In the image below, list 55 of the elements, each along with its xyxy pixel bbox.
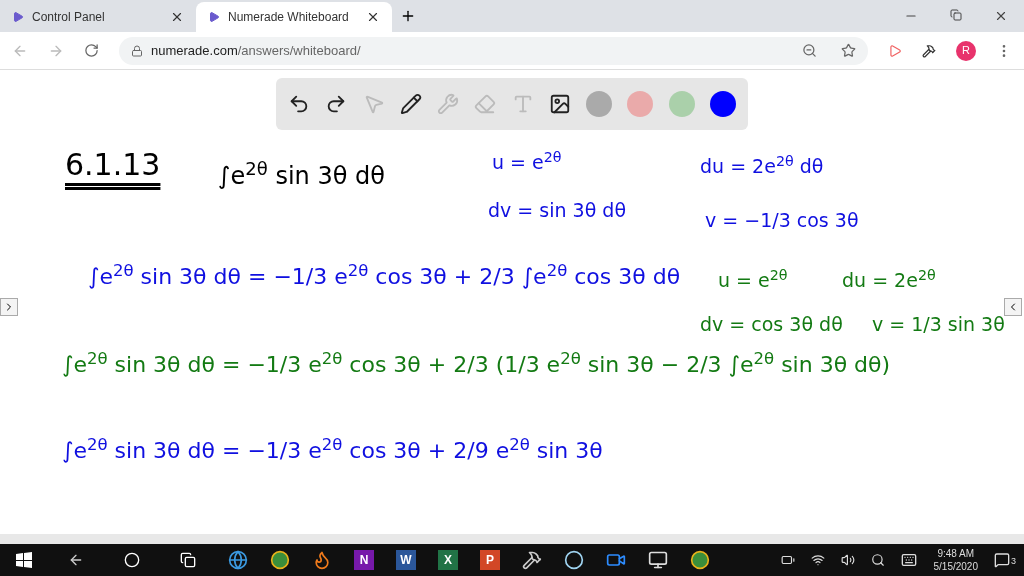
zoom-out-icon[interactable] [802, 43, 817, 58]
logo-icon [208, 11, 220, 23]
color-swatch[interactable] [668, 91, 695, 117]
wifi-icon[interactable] [811, 553, 826, 567]
handwritten-math: ∫e$^{2θ}$ sin 3θ dθ = −1/3 e$^{2θ}$ cos 3θ + 2/3 ∫e$^{2θ}$ cos 3θ dθ [88, 260, 681, 291]
handwritten-math: v = 1/3 sin 3θ [872, 312, 1005, 337]
back-icon[interactable] [68, 552, 84, 568]
extension-icon[interactable] [922, 43, 936, 58]
screen-icon[interactable] [648, 550, 668, 570]
handwritten-math: du = 2e$^{2θ}$ [842, 266, 936, 293]
restore-icon[interactable] [950, 9, 962, 21]
handwritten-math: du = 2e$^{2θ}$ dθ [700, 152, 824, 179]
right-arrow-button[interactable] [1004, 298, 1022, 316]
close-icon[interactable] [994, 9, 1008, 23]
color-swatch[interactable] [586, 91, 613, 117]
browser-tab[interactable]: Numerade Whiteboard [196, 2, 392, 32]
handwritten-math: ∫e$^{2θ}$ sin 3θ dθ [218, 158, 385, 192]
handwritten-math: dv = cos 3θ dθ [700, 312, 843, 337]
scrollbar[interactable] [0, 534, 1024, 544]
color-swatch[interactable] [709, 91, 736, 117]
volume-icon[interactable] [841, 553, 856, 567]
fox-icon[interactable] [312, 550, 332, 570]
handwritten-math: dv = sin 3θ dθ [488, 198, 626, 223]
url-text: numerade.com/answers/whiteboard/ [151, 41, 362, 60]
undo-tool-icon[interactable] [288, 93, 310, 115]
handwritten-math: v = −1/3 cos 3θ [705, 208, 859, 233]
app-icon[interactable]: P [480, 550, 500, 570]
star-icon[interactable] [841, 43, 856, 58]
left-arrow-button[interactable] [0, 298, 18, 316]
color-swatch[interactable] [627, 91, 654, 117]
handwritten-math: ∫e$^{2θ}$ sin 3θ dθ = −1/3 e$^{2θ}$ cos 3θ + 2/9 e$^{2θ}$ sin 3θ [62, 434, 603, 465]
close-icon[interactable] [170, 10, 184, 24]
reload-icon[interactable] [84, 43, 99, 58]
profile-avatar[interactable]: R [956, 40, 976, 61]
tool-icon[interactable] [522, 550, 542, 570]
close-icon[interactable] [366, 10, 380, 24]
keyboard-icon[interactable] [901, 552, 918, 568]
task-view-icon[interactable] [180, 552, 196, 568]
new-tab-icon[interactable] [400, 8, 416, 24]
image-tool-icon[interactable] [548, 93, 571, 115]
handwritten-math: ∫e$^{2θ}$ sin 3θ dθ = −1/3 e$^{2θ}$ cos 3θ + 2/3 (1/3 e$^{2θ}$ sin 3θ − 2/3 ∫e$^{2θ}$ sin 3θ dθ) [62, 348, 891, 379]
clock-time[interactable]: 9:48 AM [937, 547, 975, 560]
tab-title: Numerade Whiteboard [228, 9, 350, 26]
clock-date[interactable]: 5/15/2020 [933, 560, 978, 573]
logo-icon [12, 11, 24, 23]
app-icon[interactable]: N [354, 550, 374, 570]
app-icon[interactable]: W [396, 550, 416, 570]
tab-title: Control Panel [32, 9, 106, 26]
address-field[interactable]: numerade.com/answers/whiteboard/ [119, 36, 868, 65]
pen-tool-icon[interactable] [399, 93, 422, 115]
lock-icon [131, 44, 143, 57]
battery-icon[interactable] [781, 553, 796, 567]
handwritten-math: u = e$^{2θ}$ [718, 266, 788, 293]
app-icon[interactable]: X [438, 550, 458, 570]
handwritten-math: u = e$^{2θ}$ [492, 148, 562, 175]
